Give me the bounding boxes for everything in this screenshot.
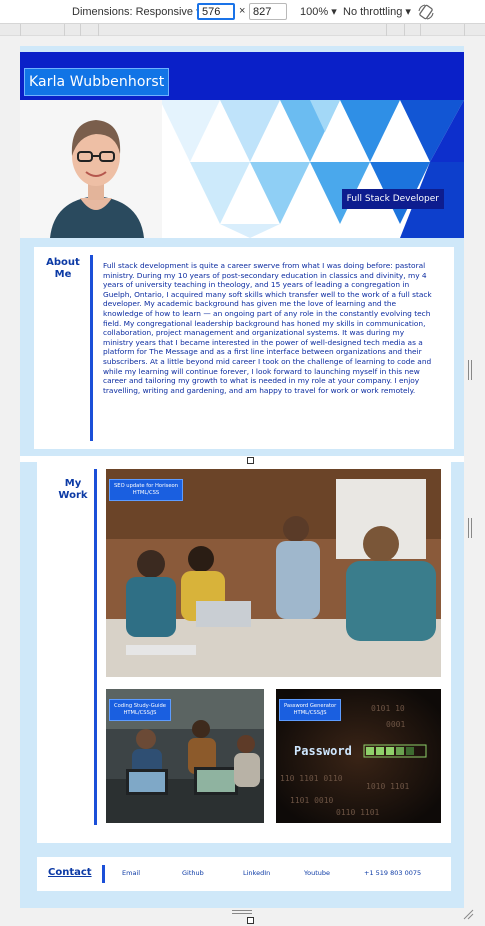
throttling-label: No throttling: [343, 6, 403, 18]
project-card-horiseon[interactable]: SEO update for Horiseon HTML/CSS: [106, 469, 441, 677]
profile-photo: [20, 100, 162, 238]
github-link[interactable]: Github: [182, 869, 204, 877]
site-header: Karla Wubbenhorst Full Stack Developer: [20, 52, 464, 238]
work-section: My Work SEO update for Horiseon HTML/CSS…: [37, 461, 451, 843]
about-heading-line1: About: [46, 257, 80, 268]
svg-text:0001: 0001: [386, 720, 405, 729]
contact-footer: Contact Email Github LinkedIn Youtube +1…: [37, 857, 451, 891]
resize-handle-mid[interactable]: [247, 457, 254, 464]
project-title: Password Generator: [284, 703, 337, 709]
times-symbol: ×: [239, 5, 246, 17]
project-tech: HTML/CSS/JS: [293, 710, 327, 716]
zoom-label: 100%: [300, 6, 329, 18]
side-resize-grip[interactable]: [468, 518, 472, 538]
contact-heading[interactable]: Contact: [48, 867, 92, 878]
work-divider: [94, 469, 97, 825]
work-heading: My Work: [55, 478, 91, 502]
viewport-width-input[interactable]: [197, 3, 235, 20]
about-section: About Me Full stack development is quite…: [34, 247, 454, 449]
viewport-height-input[interactable]: [249, 3, 287, 20]
project-title: SEO update for Horiseon: [114, 483, 179, 489]
about-text: Full stack development is quite a career…: [103, 261, 432, 395]
caret-down-icon: ▾: [405, 6, 411, 18]
svg-text:1101 0010: 1101 0010: [290, 796, 334, 805]
bottom-resize-grip[interactable]: [232, 910, 252, 914]
dimensions-label: Dimensions: Responsive: [72, 6, 194, 18]
project-card-password-generator[interactable]: 1001 0101 0101 10 0001 110 1101 0110 101…: [276, 689, 441, 823]
project-tech: HTML/CSS/JS: [123, 710, 157, 716]
contact-divider: [102, 865, 105, 883]
corner-resize-icon[interactable]: [462, 908, 474, 920]
svg-text:0110 1101: 0110 1101: [336, 808, 380, 817]
svg-text:1010 1101: 1010 1101: [366, 782, 410, 791]
linkedin-link[interactable]: LinkedIn: [243, 869, 270, 877]
project-tag: Coding Study-Guide HTML/CSS/JS: [109, 699, 171, 721]
project-card-study-guide[interactable]: Coding Study-Guide HTML/CSS/JS: [106, 689, 264, 823]
caret-down-icon: ▾: [331, 6, 337, 18]
rotate-icon[interactable]: [417, 3, 435, 21]
project-tag: SEO update for Horiseon HTML/CSS: [109, 479, 184, 501]
work-heading-line1: My: [64, 478, 82, 489]
password-word: Password: [294, 744, 352, 758]
phone-link[interactable]: +1 519 803 0075: [364, 869, 421, 877]
project-tag: Password Generator HTML/CSS/JS: [279, 699, 342, 721]
media-query-ruler: [0, 24, 485, 36]
about-heading-line2: Me: [54, 269, 72, 280]
throttling-dropdown[interactable]: No throttling ▾: [343, 5, 411, 18]
role-badge: Full Stack Developer: [341, 189, 444, 209]
device-toolbar: Dimensions: Responsive ▾ × 100% ▾ No thr…: [0, 0, 485, 24]
zoom-dropdown[interactable]: 100% ▾: [300, 5, 337, 18]
work-heading-line2: Work: [58, 490, 88, 501]
about-divider: [90, 255, 93, 441]
side-resize-grip[interactable]: [468, 360, 472, 380]
site-title: Karla Wubbenhorst: [24, 68, 170, 96]
page-viewport: Karla Wubbenhorst Full Stack Developer A…: [20, 46, 464, 908]
svg-text:0101 10: 0101 10: [371, 704, 405, 713]
about-heading: About Me: [43, 257, 83, 281]
svg-text:110 1101 0110: 110 1101 0110: [280, 774, 343, 783]
project-title: Coding Study-Guide: [114, 703, 166, 709]
email-link[interactable]: Email: [122, 869, 140, 877]
resize-handle-bottom[interactable]: [247, 917, 254, 924]
dimensions-dropdown[interactable]: Dimensions: Responsive ▾: [72, 5, 202, 18]
project-tech: HTML/CSS: [132, 490, 160, 496]
youtube-link[interactable]: Youtube: [304, 869, 330, 877]
